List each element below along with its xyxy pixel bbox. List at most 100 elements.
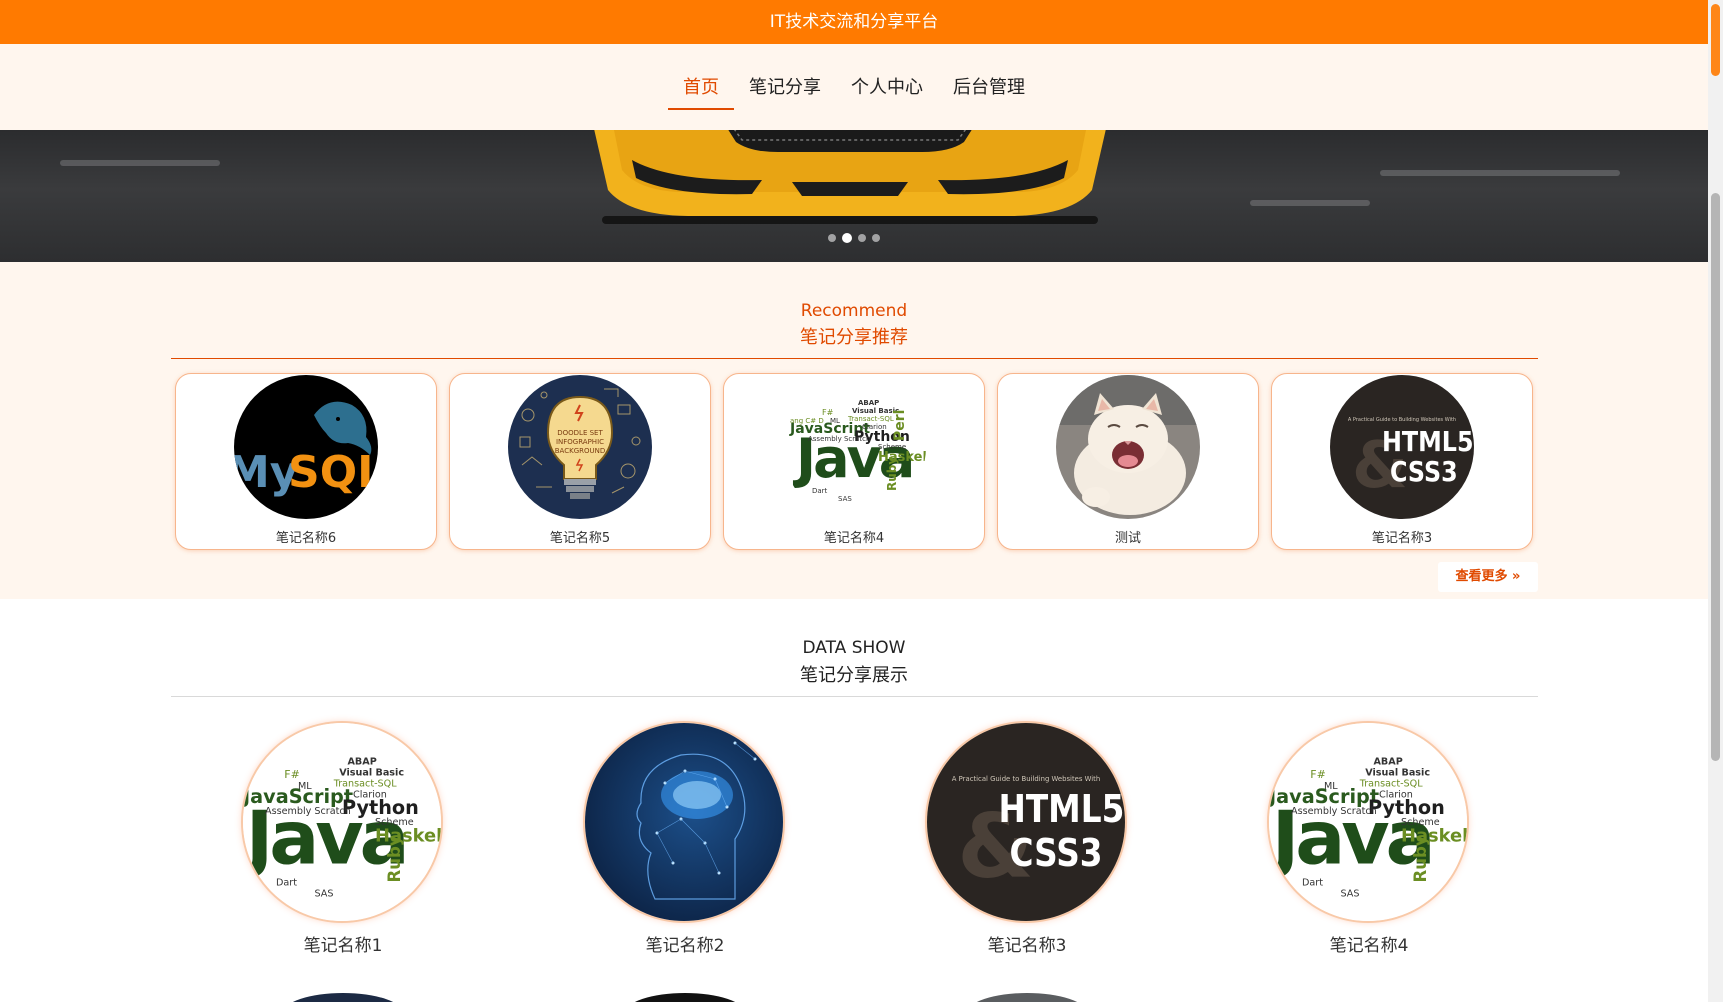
svg-text:ang C# D: ang C# D [790,417,824,425]
recommend-card[interactable]: Java JavaScript Python Haskell ABAP Visu… [723,373,985,550]
svg-text:BACKGROUND: BACKGROUND [555,447,606,455]
main-nav: 首页 笔记分享 个人中心 后台管理 [0,73,1708,110]
svg-text:Transact-SQL: Transact-SQL [333,778,397,789]
datashow-card[interactable]: Java JavaScript Python Haskell ABAP Visu… [243,723,443,956]
svg-text:CSS3: CSS3 [1390,456,1458,488]
note-name: 笔记名称6 [275,531,337,546]
page: IT技术交流和分享平台 首页 笔记分享 个人中心 后台管理 Recommend … [0,0,1708,1002]
datashow-divider [171,696,1538,697]
svg-text:Ruby: Ruby [385,835,404,882]
carousel-dot[interactable] [872,234,880,242]
svg-text:A Practical Guide to Building: A Practical Guide to Building Websites W… [1348,417,1456,423]
svg-text:Assembly Scratch: Assembly Scratch [265,806,351,817]
note-thumbnail: A Practical Guide to Building Websites W… [1330,375,1474,519]
recommend-section: Recommend 笔记分享推荐 My SQL 笔记名称6 DOODLE SET… [0,262,1708,599]
svg-text:Clarion: Clarion [353,789,387,800]
recommend-list: My SQL 笔记名称6 DOODLE SET INFOGRAPHIC BACK… [175,373,1535,553]
svg-text:Scheme: Scheme [1401,817,1440,828]
svg-text:Perl: Perl [892,410,908,441]
note-thumbnail: My SQL [234,375,378,519]
recommend-card[interactable]: DOODLE SET INFOGRAPHIC BACKGROUND 笔记名称5 [449,373,711,550]
svg-text:INFOGRAPHIC: INFOGRAPHIC [556,438,604,446]
svg-text:Clarion: Clarion [1379,789,1413,800]
svg-text:Ruby: Ruby [885,457,899,491]
svg-text:Dart: Dart [1302,877,1323,888]
nav-item-home[interactable]: 首页 [668,73,734,110]
note-name: 笔记名称4 [823,531,885,546]
recommend-card[interactable]: My SQL 笔记名称6 [175,373,437,550]
nav-item-label: 个人中心 [851,77,923,98]
note-thumbnail: DOODLE SET INFOGRAPHIC BACKGROUND [508,375,652,519]
carousel-indicators [0,233,1708,243]
recommend-card[interactable]: 测试 [997,373,1259,550]
note-name: 笔记名称5 [549,531,611,546]
svg-text:Visual Basic: Visual Basic [339,767,404,778]
note-thumbnail [1056,375,1200,519]
datashow-card[interactable]: Java JavaScript Python Haskell ABAP Visu… [1269,723,1469,956]
carousel-dot-active[interactable] [842,233,852,243]
svg-text:SAS: SAS [315,888,334,899]
datashow-title-en: DATA SHOW [802,638,906,658]
svg-text:Dart: Dart [276,877,297,888]
datashow-card[interactable]: A Practical Guide to Building Websites W… [927,723,1127,956]
carousel-dot[interactable] [828,234,836,242]
svg-text:SAS: SAS [1341,888,1360,899]
svg-text:SAS: SAS [838,495,852,503]
svg-text:ML: ML [830,417,840,425]
nav-item-label: 笔记分享 [749,77,821,98]
recommend-title-en: Recommend [800,301,908,321]
nav-item-note-share[interactable]: 笔记分享 [734,73,836,107]
note-thumbnail: Java JavaScript Python Haskell ABAP Visu… [243,723,441,921]
svg-text:HTML5: HTML5 [999,788,1125,832]
svg-text:Visual Basic: Visual Basic [1365,767,1430,778]
svg-text:HTML5: HTML5 [1382,426,1474,458]
note-name: 笔记名称4 [1329,936,1409,956]
note-name: 笔记名称2 [645,936,725,956]
svg-text:ABAP: ABAP [858,399,879,407]
note-name: 测试 [1114,531,1141,546]
svg-text:A Practical Guide to Building: A Practical Guide to Building Websites W… [952,775,1100,783]
svg-text:Scheme: Scheme [878,443,906,451]
svg-text:ML: ML [1324,781,1338,792]
svg-text:Ruby: Ruby [1411,835,1430,882]
svg-text:F#: F# [284,768,300,781]
note-thumbnail [585,723,783,921]
view-more-button[interactable]: 查看更多 » [1438,562,1538,592]
site-header: IT技术交流和分享平台 [0,0,1708,44]
scroll-top-indicator[interactable] [1711,4,1720,76]
carousel-dot[interactable] [858,234,866,242]
note-name: 笔记名称1 [303,936,383,956]
scroll-thumb[interactable] [1711,193,1720,761]
svg-text:Clarion: Clarion [862,423,887,431]
svg-text:Transact-SQL: Transact-SQL [1359,778,1423,789]
svg-text:Dart: Dart [812,487,828,495]
recommend-title-cn: 笔记分享推荐 [800,327,908,348]
svg-text:SQL: SQL [288,447,378,498]
note-thumbnail: Java JavaScript Python Haskell ABAP Visu… [1269,723,1467,921]
svg-text:DOODLE SET: DOODLE SET [557,429,603,437]
datashow-card[interactable]: 笔记名称2 [585,723,785,956]
banner-carousel[interactable] [0,130,1708,262]
note-thumbnail: Java JavaScript Python Haskell ABAP Visu… [782,375,926,519]
datashow-section: DATA SHOW 笔记分享展示 Java JavaScript Python … [0,599,1708,1002]
svg-text:Scheme: Scheme [375,817,414,828]
datashow-title-cn: 笔记分享展示 [800,665,908,686]
svg-text:ABAP: ABAP [348,756,377,767]
note-name: 笔记名称3 [987,936,1067,956]
nav-item-label: 首页 [683,77,719,98]
svg-text:Transact-SQL: Transact-SQL [847,415,894,423]
nav-item-admin[interactable]: 后台管理 [938,73,1040,107]
banner-car-image [594,130,1106,224]
nav-item-personal-center[interactable]: 个人中心 [836,73,938,107]
recommend-card[interactable]: A Practical Guide to Building Websites W… [1271,373,1533,550]
nav-item-label: 后台管理 [953,77,1025,98]
recommend-divider [171,358,1538,359]
svg-text:CSS3: CSS3 [1010,832,1103,876]
svg-text:ABAP: ABAP [1374,756,1403,767]
note-thumbnail: A Practical Guide to Building Websites W… [927,723,1125,921]
note-name: 笔记名称3 [1371,531,1433,546]
page-scrollbar[interactable] [1708,0,1723,1002]
site-title: IT技术交流和分享平台 [769,12,939,32]
svg-text:Assembly Scratch: Assembly Scratch [1291,806,1377,817]
svg-text:Assembly Scratch: Assembly Scratch [808,435,870,443]
